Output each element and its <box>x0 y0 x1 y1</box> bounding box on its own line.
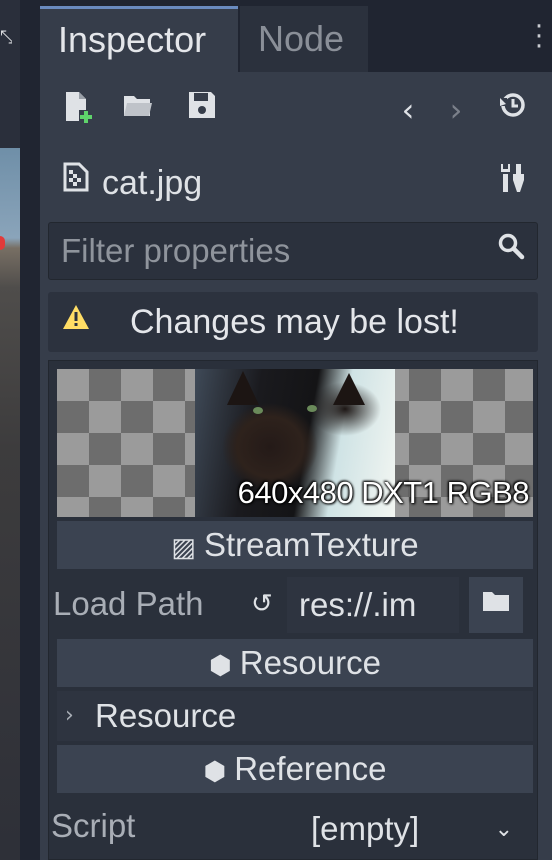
viewport-scene <box>0 148 20 860</box>
folder-icon[interactable] <box>469 577 523 633</box>
resource-name: cat.jpg <box>102 164 203 202</box>
folder-icon-svg <box>483 592 509 611</box>
filter-properties-input[interactable] <box>49 223 489 279</box>
viewport-edge: ⤡ <box>0 0 20 860</box>
new-resource-icon[interactable] <box>58 90 98 130</box>
revert-icon[interactable]: ↺ <box>251 589 273 619</box>
new-resource-icon-svg <box>66 92 92 123</box>
texture-preview: 640x480 DXT1 RGB8 <box>57 369 533 517</box>
warning-icon-svg <box>63 305 89 329</box>
tab-bar: Inspector Node · · · <box>40 0 552 72</box>
history-icon[interactable] <box>492 90 532 130</box>
cube-icon: ⬢ <box>203 756 227 786</box>
open-folder-icon[interactable] <box>118 90 158 130</box>
reference-section-label: Reference <box>234 750 387 787</box>
resource-section-header[interactable]: ⬢ Resource <box>57 639 533 687</box>
tab-inspector[interactable]: Inspector <box>40 6 238 72</box>
resource-group-label: Resource <box>95 697 237 734</box>
tools-icon[interactable] <box>492 162 532 202</box>
cube-icon: ⬢ <box>209 650 232 680</box>
streamtexture-section-header: ▨ StreamTexture <box>57 521 533 569</box>
script-label: Script <box>51 807 136 844</box>
save-icon[interactable] <box>182 90 222 130</box>
tools-icon-svg <box>501 164 524 192</box>
warning-banner: Changes may be lost! <box>48 292 538 352</box>
cat-ear-right <box>333 373 365 405</box>
fullscreen-icon[interactable]: ⤡ <box>0 26 12 50</box>
properties-panel: 640x480 DXT1 RGB8 ▨ StreamTexture Load Pa… <box>48 360 538 860</box>
load-path-field[interactable]: res://.im <box>287 577 459 633</box>
reference-section-header[interactable]: ⬢ Reference <box>57 745 533 793</box>
load-path-label: Load Path <box>53 585 204 622</box>
texture-icon-svg <box>63 162 89 192</box>
texture-icon <box>56 162 96 202</box>
tab-node[interactable]: Node <box>240 6 368 72</box>
cat-eye-right <box>307 405 317 412</box>
resource-section-label: Resource <box>239 644 381 681</box>
texture-icon: ▨ <box>171 532 196 562</box>
more-options-icon[interactable]: · · · <box>534 14 544 60</box>
warning-text: Changes may be lost! <box>130 303 459 341</box>
script-picker[interactable]: [empty] ⌄ <box>287 801 527 857</box>
filter-properties-field[interactable] <box>48 222 538 280</box>
history-forward-icon: › <box>449 91 463 129</box>
script-value: [empty] <box>311 810 420 847</box>
history-back-icon[interactable]: ‹ <box>388 90 428 130</box>
chevron-right-icon: › <box>65 703 74 728</box>
inspector-dock: Inspector Node · · · ‹ › cat.jpg Filter … <box>40 0 552 860</box>
cat-eye-left <box>253 407 263 414</box>
history-icon-svg <box>499 93 525 117</box>
cat-ear-left <box>227 371 259 405</box>
open-folder-icon-svg <box>124 96 152 116</box>
search-icon <box>491 231 531 271</box>
search-icon-svg <box>498 233 525 260</box>
warning-icon <box>56 302 96 342</box>
resource-group-row[interactable]: › Resource <box>57 691 533 741</box>
dock-divider[interactable] <box>20 0 40 860</box>
chevron-down-icon: ⌄ <box>494 816 513 841</box>
texture-info-label: 640x480 DXT1 RGB8 <box>237 475 530 510</box>
save-icon-svg <box>189 92 215 118</box>
streamtexture-section-label: StreamTexture <box>203 526 419 563</box>
